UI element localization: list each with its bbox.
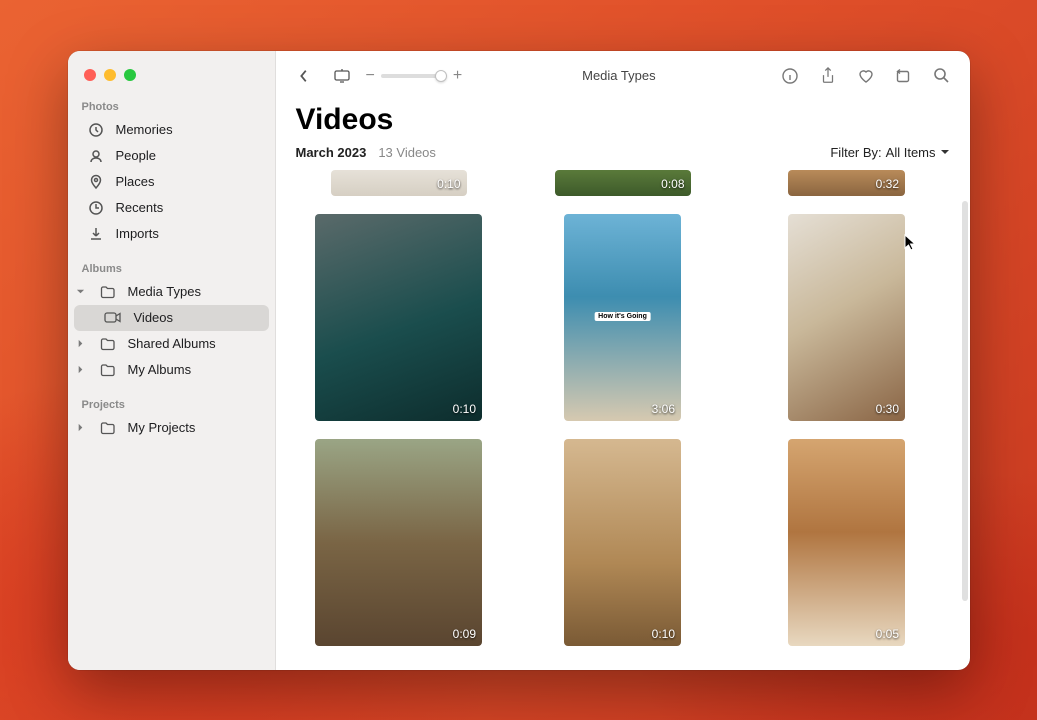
folder-icon xyxy=(100,336,116,352)
sidebar-item-my-projects[interactable]: My Projects xyxy=(86,415,269,441)
video-thumbnail[interactable]: How it's Going 3:06 xyxy=(564,214,681,421)
imports-icon xyxy=(88,226,104,242)
video-thumbnail[interactable]: 0:05 xyxy=(788,439,905,646)
folder-icon xyxy=(100,362,116,378)
zoom-slider[interactable]: − + xyxy=(366,67,463,85)
recents-icon xyxy=(88,200,104,216)
chevron-right-icon[interactable] xyxy=(76,423,86,432)
video-thumbnail[interactable]: 0:08 xyxy=(555,170,691,196)
video-thumbnail[interactable]: 0:09 xyxy=(315,439,482,646)
video-thumbnail[interactable]: 0:30 xyxy=(788,214,905,421)
sidebar-item-label: People xyxy=(116,148,156,163)
sidebar-section-albums: Albums xyxy=(68,257,275,279)
sidebar-item-label: Videos xyxy=(134,310,174,325)
photos-window: Photos Memories People Places Recents xyxy=(68,51,970,670)
people-icon xyxy=(88,148,104,164)
sidebar-item-label: Imports xyxy=(116,226,159,241)
sidebar-item-label: Recents xyxy=(116,200,164,215)
chevron-right-icon[interactable] xyxy=(76,365,86,374)
folder-icon xyxy=(100,420,116,436)
folder-icon xyxy=(100,284,116,300)
sidebar-item-shared-albums[interactable]: Shared Albums xyxy=(86,331,269,357)
chevron-down-icon xyxy=(940,148,950,156)
toolbar: − + Media Types xyxy=(276,51,970,101)
sidebar-item-label: Places xyxy=(116,174,155,189)
rotate-button[interactable] xyxy=(890,63,918,89)
sidebar-item-label: Memories xyxy=(116,122,173,137)
video-grid: 0:10 0:08 0:32 0:10 How it's Going 3:06 0… xyxy=(296,170,950,656)
page-title: Videos xyxy=(296,103,950,137)
chevron-down-icon[interactable] xyxy=(76,287,86,296)
video-duration: 3:06 xyxy=(652,402,675,416)
maximize-button[interactable] xyxy=(124,69,136,81)
close-button[interactable] xyxy=(84,69,96,81)
video-thumbnail[interactable]: 0:32 xyxy=(788,170,905,196)
sidebar-section-projects: Projects xyxy=(68,393,275,415)
video-count: 13 Videos xyxy=(378,145,436,160)
sidebar-section-photos: Photos xyxy=(68,95,275,117)
sidebar-item-imports[interactable]: Imports xyxy=(74,221,269,247)
video-thumbnail[interactable]: 0:10 xyxy=(331,170,467,196)
video-icon xyxy=(104,310,122,326)
filter-label: Filter By: xyxy=(830,145,881,160)
filter-value: All Items xyxy=(886,145,936,160)
sidebar-item-label: Shared Albums xyxy=(128,336,216,351)
content-area: Videos March 2023 13 Videos Filter By: A… xyxy=(276,101,970,670)
sidebar-item-label: My Projects xyxy=(128,420,196,435)
sidebar: Photos Memories People Places Recents xyxy=(68,51,276,670)
video-thumbnail[interactable]: 0:10 xyxy=(564,439,681,646)
zoom-plus-icon: + xyxy=(453,67,462,85)
video-duration: 0:32 xyxy=(876,177,899,191)
share-button[interactable] xyxy=(814,63,842,89)
minimize-button[interactable] xyxy=(104,69,116,81)
video-duration: 0:30 xyxy=(876,402,899,416)
filter-dropdown[interactable]: Filter By: All Items xyxy=(830,145,949,160)
sidebar-item-memories[interactable]: Memories xyxy=(74,117,269,143)
zoom-minus-icon: − xyxy=(366,67,375,85)
info-button[interactable] xyxy=(776,63,804,89)
places-icon xyxy=(88,174,104,190)
video-thumbnail[interactable]: 0:10 xyxy=(315,214,482,421)
video-duration: 0:10 xyxy=(453,402,476,416)
main-content: − + Media Types Videos xyxy=(276,51,970,670)
sidebar-item-videos[interactable]: Videos xyxy=(74,305,269,331)
window-title: Media Types xyxy=(472,68,765,83)
sidebar-item-places[interactable]: Places xyxy=(74,169,269,195)
sidebar-item-people[interactable]: People xyxy=(74,143,269,169)
memories-icon xyxy=(88,122,104,138)
video-duration: 0:09 xyxy=(453,627,476,641)
video-duration: 0:10 xyxy=(652,627,675,641)
sidebar-item-label: Media Types xyxy=(128,284,201,299)
video-duration: 0:10 xyxy=(437,177,460,191)
sidebar-item-recents[interactable]: Recents xyxy=(74,195,269,221)
video-duration: 0:08 xyxy=(661,177,684,191)
scrollbar[interactable] xyxy=(962,201,968,601)
search-button[interactable] xyxy=(928,63,956,89)
chevron-right-icon[interactable] xyxy=(76,339,86,348)
video-caption: How it's Going xyxy=(594,312,651,321)
sidebar-item-my-albums[interactable]: My Albums xyxy=(86,357,269,383)
back-button[interactable] xyxy=(290,63,318,89)
sidebar-item-media-types[interactable]: Media Types xyxy=(86,279,269,305)
date-label: March 2023 xyxy=(296,145,367,160)
video-duration: 0:05 xyxy=(876,627,899,641)
display-mode-button[interactable] xyxy=(328,63,356,89)
window-controls xyxy=(68,63,275,95)
sidebar-item-label: My Albums xyxy=(128,362,192,377)
favorite-button[interactable] xyxy=(852,63,880,89)
